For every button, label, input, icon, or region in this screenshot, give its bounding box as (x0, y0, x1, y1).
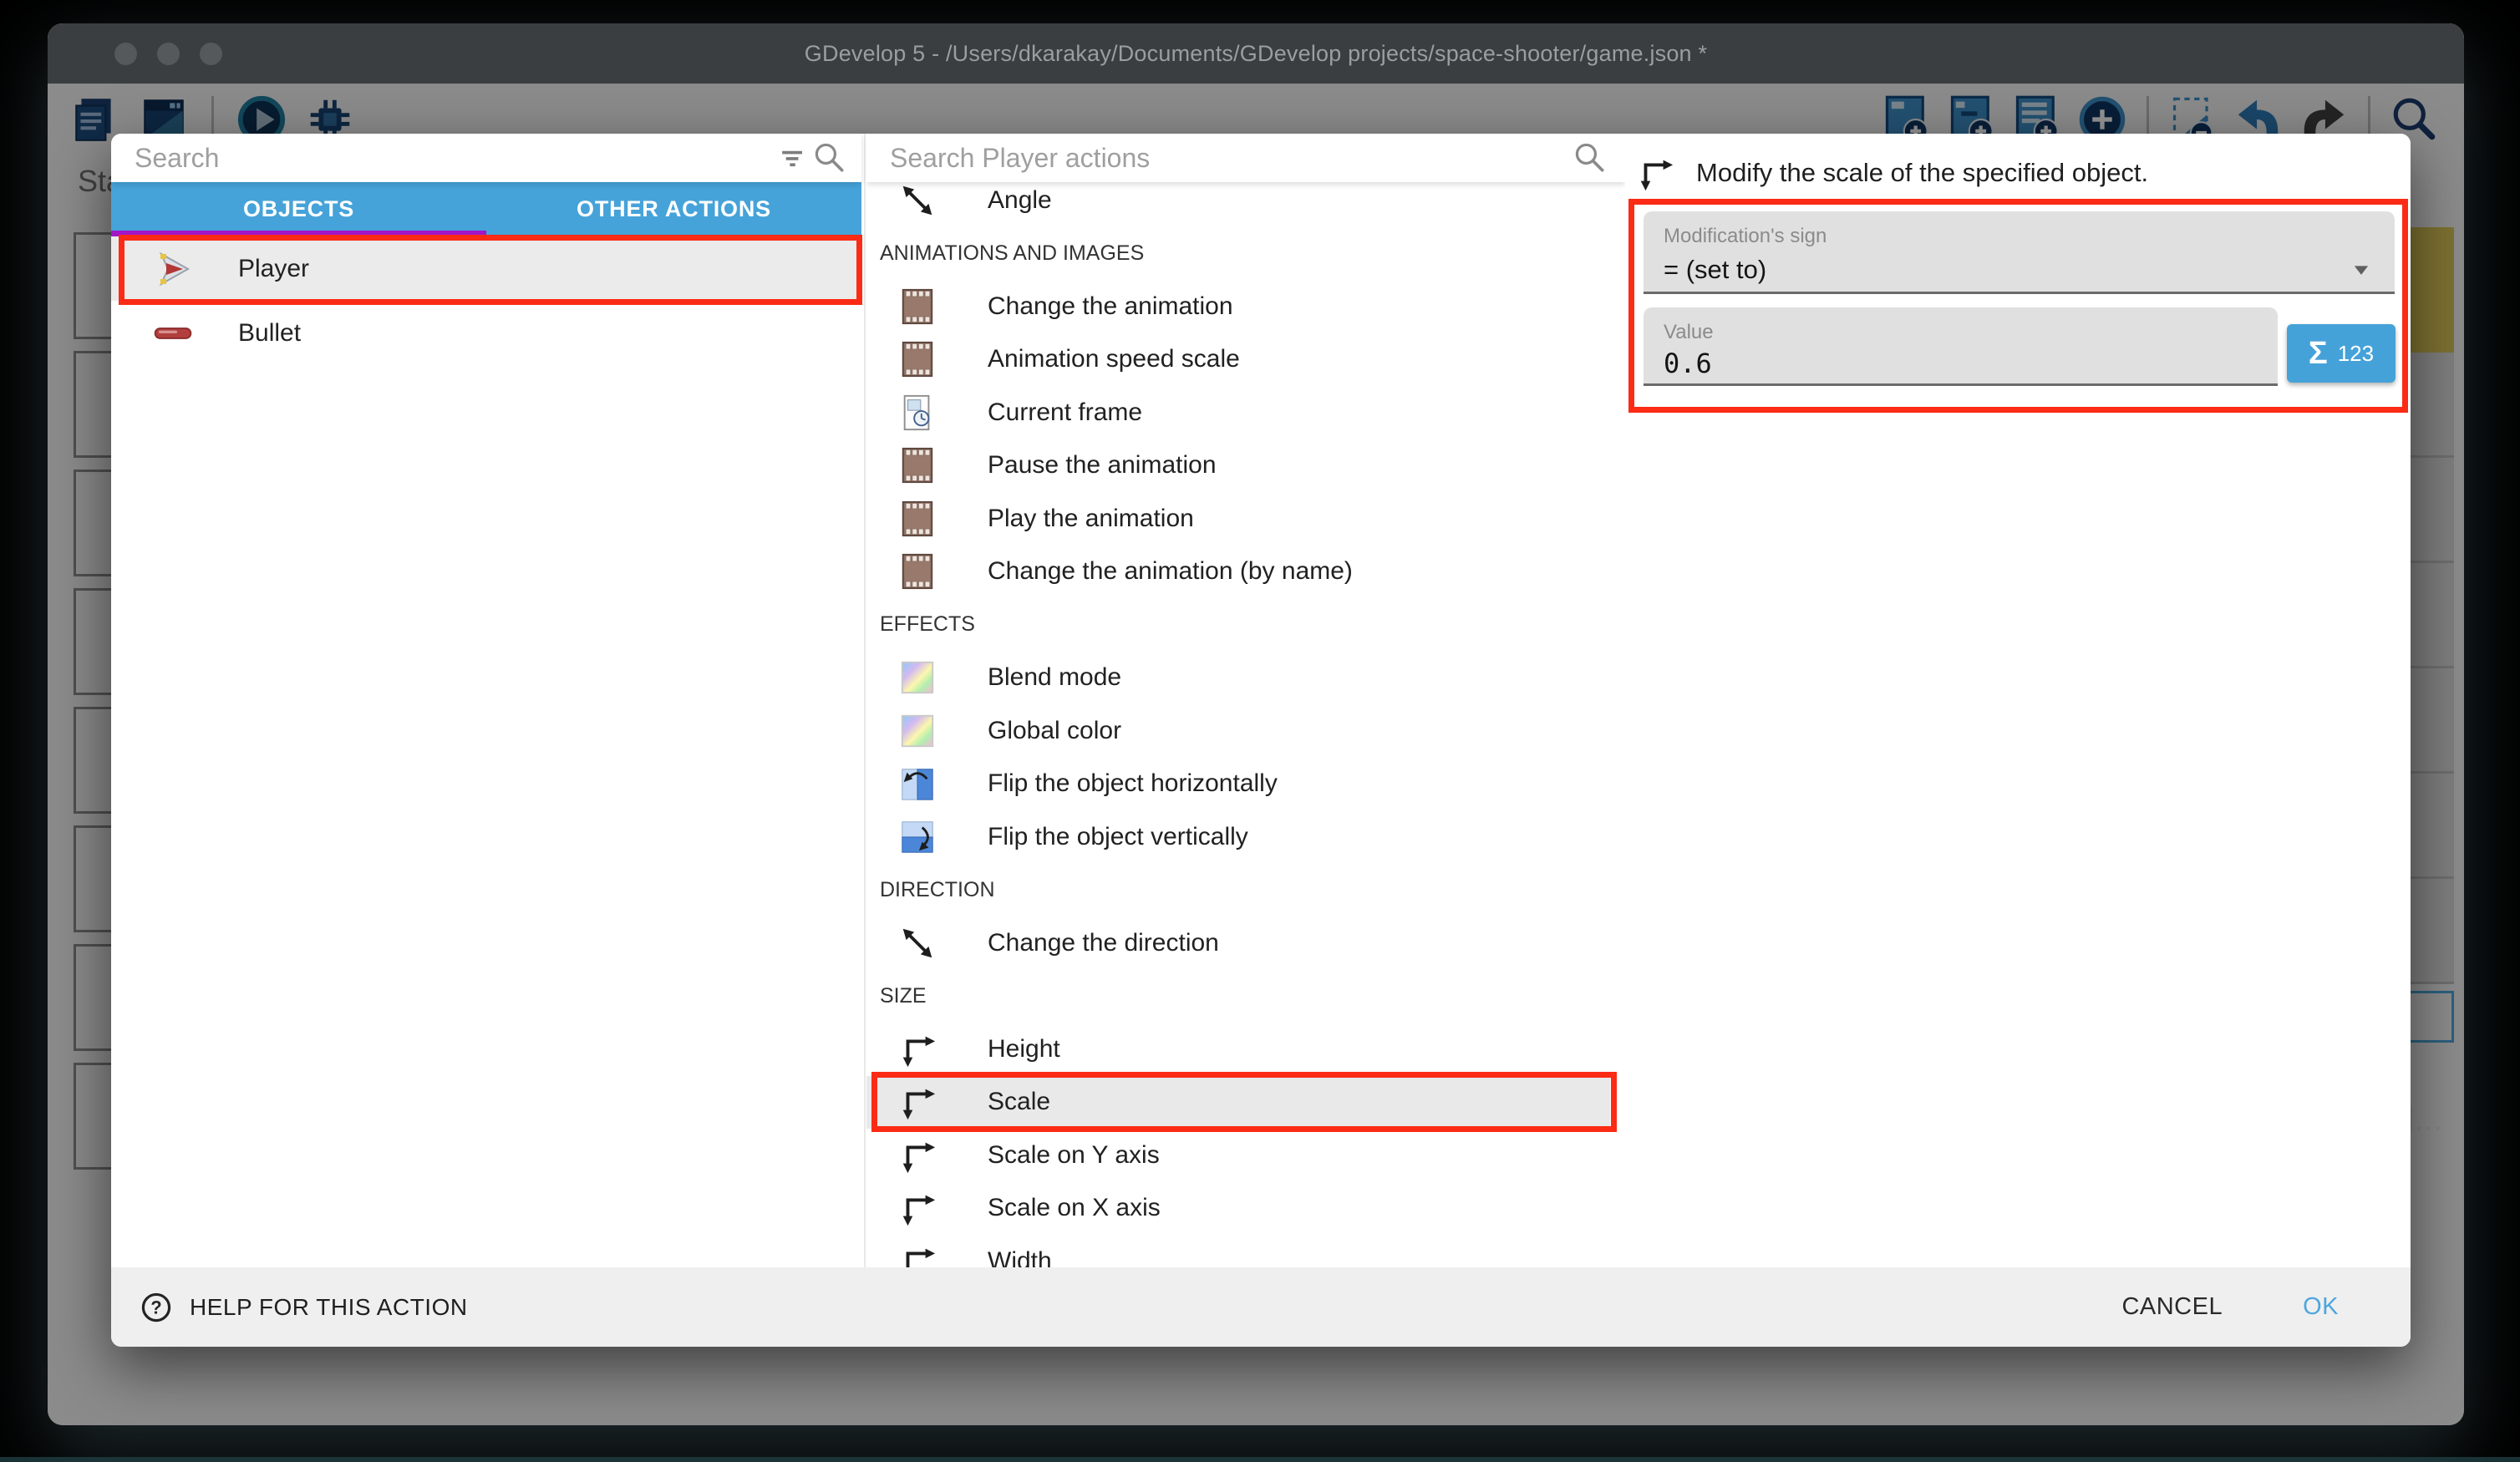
help-circle-icon: ? (138, 1289, 175, 1326)
action-item-label: Animation speed scale (988, 345, 1240, 373)
action-section-size: SIZE (866, 970, 1610, 1023)
action-item-label: Pause the animation (988, 451, 1217, 480)
film-icon (898, 446, 937, 485)
action-section-direction: DIRECTION (866, 864, 1610, 917)
screenshot-canvas: GDevelop 5 - /Users/dkarakay/Documents/G… (0, 0, 2520, 1462)
action-search-bar (866, 134, 1625, 182)
window-title: GDevelop 5 - /Users/dkarakay/Documents/G… (805, 41, 1707, 67)
modification-sign-dropdown[interactable]: Modification's sign = (set to) (1644, 211, 2395, 294)
film-icon (898, 500, 937, 538)
action-item-global-color[interactable]: Global color (866, 704, 1610, 758)
tab-objects[interactable]: OBJECTS (111, 182, 486, 236)
diag-arrow-icon (898, 924, 937, 962)
close-window-icon[interactable] (114, 43, 137, 65)
panel-divider (864, 134, 866, 1267)
dialog-footer: ? HELP FOR THIS ACTION CANCEL OK (111, 1267, 2411, 1347)
resize-icon (898, 1242, 937, 1267)
action-header: Modify the scale of the specified object… (1636, 154, 2148, 192)
action-list: Angle ANIMATIONS AND IMAGES Change the ani… (866, 174, 1610, 1267)
action-item-play-the-animation[interactable]: Play the animation (866, 492, 1610, 546)
action-item-label: Global color (988, 717, 1121, 745)
action-section-animations-and-images: ANIMATIONS AND IMAGES (866, 227, 1610, 281)
expression-editor-button[interactable]: Σ 123 (2287, 324, 2396, 383)
resize-icon (898, 1189, 937, 1227)
active-tab-underline (111, 231, 486, 236)
action-item-label: Scale (988, 1088, 1050, 1116)
action-item-label: Change the animation (by name) (988, 557, 1353, 586)
action-item-label: Scale on X axis (988, 1194, 1161, 1222)
resize-icon (898, 1030, 937, 1069)
sigma-icon: Σ (2309, 336, 2328, 372)
tab-other-actions[interactable]: OTHER ACTIONS (486, 182, 861, 236)
traffic-lights (114, 23, 222, 84)
minimize-window-icon[interactable] (157, 43, 180, 65)
action-item-label: Flip the object horizontally (988, 769, 1278, 798)
action-item-change-the-animation-by-name[interactable]: Change the animation (by name) (866, 546, 1610, 599)
action-item-flip-the-object-vertically[interactable]: Flip the object vertically (866, 810, 1610, 864)
object-search-bar (111, 134, 861, 182)
svg-text:?: ? (150, 1297, 161, 1317)
film-icon (898, 287, 937, 326)
gradient-icon (898, 712, 937, 750)
resize-icon (898, 1083, 937, 1121)
search-icon (811, 140, 848, 176)
film-icon (898, 340, 937, 378)
gradient-icon (898, 658, 937, 697)
action-item-label: Flip the object vertically (988, 823, 1248, 851)
frame-icon (898, 393, 937, 432)
action-item-height[interactable]: Height (866, 1023, 1610, 1076)
object-item-label: Bullet (238, 319, 301, 348)
action-editor-dialog: OBJECTS OTHER ACTIONS Player Bullet Angle… (111, 134, 2411, 1347)
object-item-player[interactable]: Player (111, 236, 861, 301)
action-item-blend-mode[interactable]: Blend mode (866, 652, 1610, 705)
action-item-label: Current frame (988, 398, 1142, 427)
film-icon (898, 552, 937, 591)
action-search-input[interactable] (866, 143, 1572, 174)
action-item-current-frame[interactable]: Current frame (866, 386, 1610, 439)
cancel-button[interactable]: CANCEL (2121, 1293, 2223, 1321)
object-search-input[interactable] (111, 143, 775, 174)
action-item-label: Width (988, 1247, 1052, 1267)
actions-panel: Angle ANIMATIONS AND IMAGES Change the ani… (866, 134, 1625, 1267)
action-item-change-the-direction[interactable]: Change the direction (866, 916, 1610, 970)
titlebar: GDevelop 5 - /Users/dkarakay/Documents/G… (48, 23, 2464, 84)
object-tabs: OBJECTS OTHER ACTIONS (111, 182, 861, 236)
action-item-label: Blend mode (988, 663, 1121, 692)
action-item-label: Height (988, 1035, 1060, 1064)
action-item-width[interactable]: Width (866, 1235, 1610, 1267)
action-item-label: Change the animation (988, 292, 1233, 321)
value-field[interactable]: Value 0.6 (1644, 307, 2278, 386)
action-item-scale-on-y-axis[interactable]: Scale on Y axis (866, 1129, 1610, 1182)
action-item-scale-on-x-axis[interactable]: Scale on X axis (866, 1182, 1610, 1236)
chevron-down-icon (2350, 258, 2373, 282)
flip-v-icon (898, 818, 937, 856)
object-list: Player Bullet (111, 236, 861, 1267)
action-description: Modify the scale of the specified object… (1696, 158, 2148, 188)
object-panel: OBJECTS OTHER ACTIONS Player Bullet (111, 134, 861, 1267)
resize-icon (1636, 154, 1674, 192)
player-ship-icon (153, 249, 193, 289)
help-button[interactable]: ? HELP FOR THIS ACTION (138, 1289, 468, 1326)
diag-arrow-icon (898, 181, 937, 220)
flip-h-icon (898, 764, 937, 803)
action-item-label: Play the animation (988, 505, 1194, 533)
action-item-change-the-animation[interactable]: Change the animation (866, 280, 1610, 333)
ok-button[interactable]: OK (2303, 1293, 2339, 1321)
filter-icon[interactable] (775, 140, 811, 176)
search-icon (1572, 140, 1608, 176)
action-item-label: Scale on Y axis (988, 1141, 1160, 1170)
action-item-label: Angle (988, 186, 1052, 215)
action-item-pause-the-animation[interactable]: Pause the animation (866, 439, 1610, 493)
action-section-effects: EFFECTS (866, 598, 1610, 652)
zoom-window-icon[interactable] (200, 43, 222, 65)
resize-icon (898, 1136, 937, 1175)
action-parameters-panel: Modify the scale of the specified object… (1629, 134, 2411, 1267)
action-item-animation-speed-scale[interactable]: Animation speed scale (866, 333, 1610, 387)
action-item-scale[interactable]: Scale (866, 1076, 1610, 1129)
object-item-bullet[interactable]: Bullet (111, 301, 861, 365)
object-item-label: Player (238, 255, 309, 283)
action-item-flip-the-object-horizontally[interactable]: Flip the object horizontally (866, 758, 1610, 811)
action-item-label: Change the direction (988, 929, 1219, 957)
bullet-icon (153, 313, 193, 353)
